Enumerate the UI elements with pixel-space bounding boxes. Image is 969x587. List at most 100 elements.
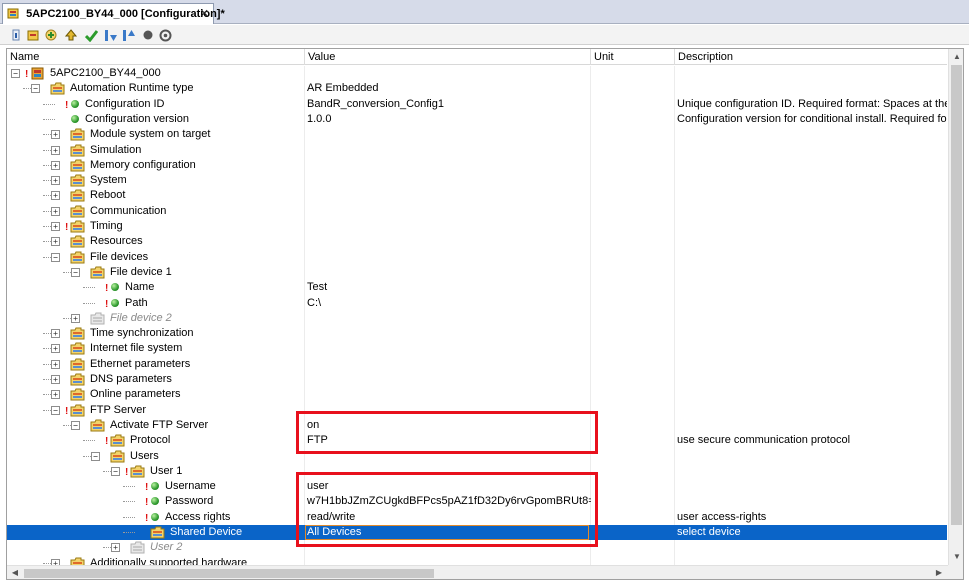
column-header-value[interactable]: Value	[305, 51, 335, 65]
collapse-icon[interactable]: −	[11, 69, 20, 78]
tree-row-value[interactable]: 1.0.0	[307, 113, 591, 127]
tree-row[interactable]: ! Name Test	[7, 280, 947, 295]
folder-icon	[70, 251, 85, 264]
settings-icon[interactable]	[158, 28, 173, 42]
expand-icon[interactable]: +	[51, 329, 60, 339]
expand-icon[interactable]: +	[51, 191, 60, 201]
tree-row-value	[307, 128, 591, 142]
tree-row-value[interactable]: C:\	[307, 297, 591, 311]
scroll-right-arrow-icon[interactable]: ▶	[931, 565, 947, 579]
close-icon[interactable]: ✕	[200, 7, 209, 20]
expand-icon[interactable]: +	[51, 375, 60, 384]
horizontal-scrollbar[interactable]: ◀ ▶	[7, 565, 948, 579]
tree-row[interactable]: + Simulation	[7, 143, 947, 158]
collapse-icon[interactable]: −	[71, 267, 80, 277]
tree-row-description	[677, 128, 947, 142]
tree-row[interactable]: + Time synchronization	[7, 326, 947, 341]
tree-row-description	[677, 358, 947, 372]
collapse-icon[interactable]: −	[71, 420, 80, 430]
folder-icon	[70, 220, 85, 233]
tree-row-description	[677, 465, 947, 479]
tree-row[interactable]: + Online parameters	[7, 387, 947, 402]
column-header-name[interactable]: Name	[7, 51, 39, 65]
scroll-left-arrow-icon[interactable]: ◀	[7, 565, 23, 579]
tree-row[interactable]: + Module system on target	[7, 127, 947, 142]
tree-row-value[interactable]: Test	[307, 281, 591, 295]
properties-icon[interactable]	[26, 28, 41, 42]
vertical-scrollbar[interactable]: ▲ ▼	[948, 49, 963, 565]
folder-icon	[110, 434, 125, 447]
info-icon[interactable]	[8, 28, 23, 42]
tree-row-value[interactable]: AR Embedded	[307, 82, 591, 96]
tree-row[interactable]: ! Configuration ID BandR_conversion_Config…	[7, 97, 947, 112]
tree-row[interactable]: − Automation Runtime type AR Embedded	[7, 81, 947, 96]
tree-row-description	[677, 312, 947, 326]
collapse-icon[interactable]: −	[111, 466, 120, 476]
tree-row-label: Online parameters	[90, 388, 181, 401]
record-icon[interactable]	[140, 28, 155, 42]
tree-row[interactable]: − File device 1	[7, 265, 947, 280]
tree-row[interactable]: +! Timing	[7, 219, 947, 234]
tree-row[interactable]: − File devices	[7, 250, 947, 265]
scroll-up-arrow-icon[interactable]: ▲	[949, 49, 963, 65]
tree-row[interactable]: + Resources	[7, 234, 947, 249]
tree-row[interactable]: + Memory configuration	[7, 158, 947, 173]
column-header-description[interactable]: Description	[675, 51, 733, 65]
sort-down-icon[interactable]	[103, 28, 118, 42]
tree-row-description	[677, 297, 947, 311]
expand-icon[interactable]: +	[51, 237, 60, 247]
scroll-down-arrow-icon[interactable]: ▼	[949, 549, 963, 565]
tree-row[interactable]: + System	[7, 173, 947, 188]
expand-icon[interactable]: +	[51, 145, 60, 155]
tree-row-value	[307, 174, 591, 188]
tree-row-value	[307, 388, 591, 402]
tree-row[interactable]: ! Path C:\	[7, 296, 947, 311]
tree-row[interactable]: + Reboot	[7, 188, 947, 203]
tree-row[interactable]: −! 5APC2100_BY44_000	[7, 66, 947, 81]
expand-icon[interactable]: +	[51, 344, 60, 354]
expand-icon[interactable]: +	[71, 313, 80, 323]
collapse-icon[interactable]: −	[31, 84, 40, 94]
check-icon[interactable]	[84, 28, 99, 42]
expand-icon[interactable]: +	[51, 222, 60, 231]
tree-row-description	[677, 251, 947, 265]
expand-icon[interactable]: +	[51, 359, 60, 369]
horizontal-scroll-thumb[interactable]	[24, 569, 434, 578]
tree-row-label: Memory configuration	[90, 158, 196, 171]
tree-row[interactable]: + Internet file system	[7, 341, 947, 356]
tree-row-description	[677, 266, 947, 280]
tree-row-label: 5APC2100_BY44_000	[50, 67, 161, 79]
vertical-scroll-thumb[interactable]	[951, 65, 962, 525]
tree-row-description	[677, 159, 947, 173]
tree-row-description	[677, 220, 947, 234]
add-icon[interactable]	[44, 28, 59, 42]
tree-row[interactable]: Configuration version 1.0.0 Configuration …	[7, 112, 947, 127]
expand-icon[interactable]: +	[51, 390, 60, 400]
tree-row[interactable]: + DNS parameters	[7, 372, 947, 387]
configuration-tree-grid: Name Value Unit Description −! 5APC2100_B…	[6, 48, 964, 580]
expand-icon[interactable]: +	[51, 160, 60, 170]
tree-row-description	[677, 144, 947, 158]
tree-row-description	[677, 82, 947, 96]
up-icon[interactable]	[64, 28, 79, 42]
collapse-icon[interactable]: −	[51, 252, 60, 262]
tree-row[interactable]: + Ethernet parameters	[7, 357, 947, 372]
folder-icon	[70, 388, 85, 401]
collapse-icon[interactable]: −	[51, 405, 60, 415]
expand-icon[interactable]: +	[51, 176, 60, 186]
parameter-led-icon	[71, 114, 79, 123]
column-header-unit[interactable]: Unit	[591, 51, 614, 65]
tree-row[interactable]: + File device 2	[7, 311, 947, 326]
tree-row[interactable]: + Communication	[7, 204, 947, 219]
expand-icon[interactable]: +	[51, 206, 60, 216]
tree-row-value[interactable]: BandR_conversion_Config1	[307, 98, 591, 112]
tree-row-description	[677, 373, 947, 387]
tree-row-label: Internet file system	[90, 342, 183, 355]
expand-icon[interactable]: +	[51, 130, 60, 140]
expand-icon[interactable]: +	[111, 543, 120, 553]
error-marker-icon: !	[125, 466, 129, 478]
sort-up-icon[interactable]	[121, 28, 136, 42]
tab-configuration[interactable]: 5APC2100_BY44_000 [Configuration]* ✕	[2, 3, 225, 24]
tree-row-label: Path	[125, 296, 148, 309]
collapse-icon[interactable]: −	[91, 451, 100, 461]
